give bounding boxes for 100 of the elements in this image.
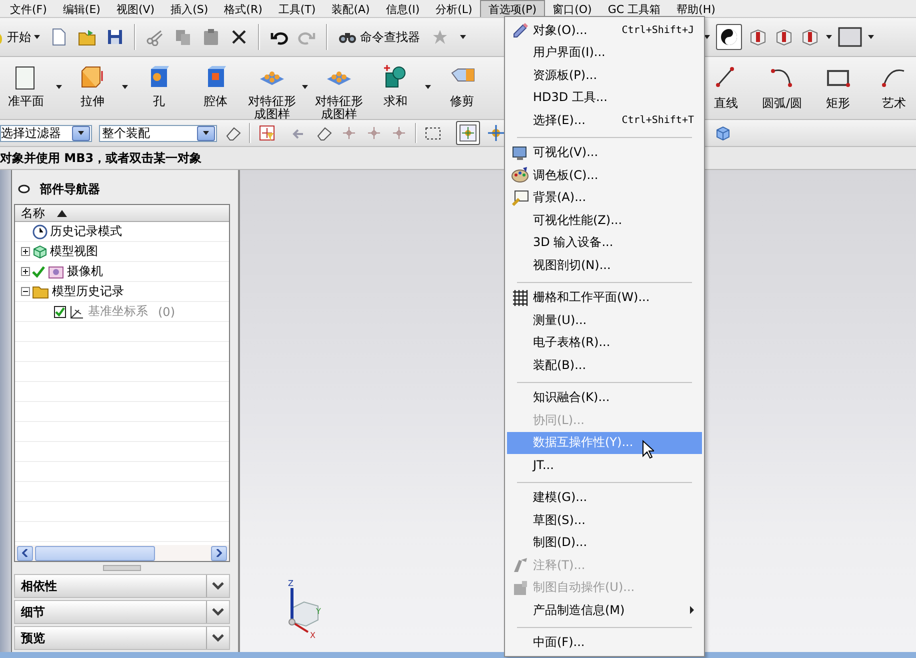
- menu-item[interactable]: 可视化性能(Z)...: [507, 209, 702, 232]
- menu-title[interactable]: GC 工具箱: [600, 0, 669, 17]
- cube-button[interactable]: [714, 124, 732, 142]
- menu-title[interactable]: 文件(F): [2, 0, 55, 17]
- crosshair-icon: [459, 124, 477, 142]
- view-cube-button[interactable]: [800, 27, 820, 47]
- collapsible-section[interactable]: 预览: [14, 626, 230, 650]
- menu-item[interactable]: 可视化(V)...: [507, 142, 702, 164]
- caret-icon: [302, 85, 308, 89]
- caret-icon: [78, 131, 84, 135]
- expand-icon[interactable]: [21, 267, 30, 276]
- menu-item[interactable]: 草图(S)...: [507, 509, 702, 532]
- menu-item[interactable]: 装配(B)...: [507, 354, 702, 376]
- menu-item[interactable]: 知识融合(K)...: [507, 386, 702, 409]
- shaded-sphere-icon: [719, 27, 739, 47]
- menu-title[interactable]: 编辑(E): [54, 0, 108, 17]
- open-button[interactable]: [78, 28, 96, 46]
- feature-button[interactable]: 准平面: [0, 63, 62, 108]
- menu-title[interactable]: 插入(S): [162, 0, 216, 17]
- splitter-handle[interactable]: [103, 565, 141, 571]
- tree-item-label[interactable]: 基准坐标系: [88, 303, 148, 320]
- tree-item-label[interactable]: 模型历史记录: [52, 283, 124, 300]
- menu-item[interactable]: 背景(A)...: [507, 186, 702, 209]
- menu-title[interactable]: 工具(T): [270, 0, 324, 17]
- menu-title[interactable]: 视图(V): [108, 0, 163, 17]
- column-header[interactable]: 名称: [15, 205, 229, 222]
- collapsible-section[interactable]: 细节: [14, 600, 230, 624]
- menu-item[interactable]: 调色板(C)...: [507, 164, 702, 186]
- menu-title[interactable]: 首选项(P): [480, 0, 545, 17]
- view-cube-button[interactable]: [748, 27, 768, 47]
- snap-button[interactable]: [390, 124, 408, 142]
- color-swatch-button[interactable]: [838, 27, 862, 47]
- menu-item[interactable]: 视图剖切(N)...: [507, 254, 702, 276]
- wireframe-cube-icon: [800, 27, 820, 47]
- menu-item[interactable]: 制图(D)...: [507, 532, 702, 554]
- feature-button[interactable]: 对特征形成图样: [312, 63, 365, 119]
- collapse-icon[interactable]: [21, 287, 30, 296]
- annotation-icon: [511, 556, 529, 574]
- menu-title[interactable]: 分析(L): [428, 0, 480, 17]
- caret-icon: [56, 85, 62, 89]
- collapsible-section[interactable]: 相依性: [14, 574, 230, 598]
- command-finder-button[interactable]: 命令查找器: [338, 28, 420, 46]
- snap-button[interactable]: [258, 124, 276, 142]
- selection-filter-dropdown[interactable]: 选择过滤器: [0, 124, 92, 142]
- feature-button[interactable]: 对特征形成图样: [246, 63, 308, 119]
- cut-button[interactable]: [146, 28, 164, 46]
- menu-item[interactable]: 用户界面(I)...: [507, 42, 702, 64]
- feature-button[interactable]: 孔: [133, 63, 185, 108]
- start-button[interactable]: 开始: [0, 28, 40, 46]
- menu-item[interactable]: 测量(U)...: [507, 309, 702, 332]
- sketch-button[interactable]: 矩形: [818, 63, 858, 112]
- sketch-button[interactable]: 圆弧/圆: [762, 63, 802, 112]
- caret-icon: [868, 35, 874, 39]
- tree-item-label[interactable]: 摄像机: [67, 263, 103, 280]
- menu-item[interactable]: 选择(E)... Ctrl+Shift+T: [507, 109, 702, 132]
- assembly-scope-dropdown[interactable]: 整个装配: [99, 124, 217, 142]
- menu-item[interactable]: 资源板(P)...: [507, 64, 702, 86]
- checkbox[interactable]: [54, 306, 66, 318]
- folder-icon: [78, 28, 96, 46]
- menu-item[interactable]: JT...: [507, 454, 702, 476]
- snap-button[interactable]: [365, 124, 383, 142]
- tree-item-label[interactable]: 模型视图: [50, 243, 98, 260]
- tree-item-label[interactable]: 历史记录模式: [50, 223, 122, 240]
- snap-button[interactable]: [340, 124, 358, 142]
- menu-item[interactable]: 栅格和工作平面(W)...: [507, 286, 702, 309]
- menu-title[interactable]: 装配(A): [324, 0, 378, 17]
- sketch-button[interactable]: 艺术: [874, 63, 914, 112]
- menu-item[interactable]: 建模(G)...: [507, 486, 702, 509]
- menu-item[interactable]: 电子表格(R)...: [507, 332, 702, 354]
- delete-button[interactable]: [230, 28, 248, 46]
- shading-button[interactable]: [716, 24, 742, 50]
- menu-item[interactable]: 中面(F)...: [507, 632, 702, 654]
- document-icon: [50, 28, 68, 46]
- paste-button[interactable]: [202, 28, 220, 46]
- sketch-button[interactable]: 直线: [706, 63, 746, 112]
- camera-icon: [47, 264, 65, 280]
- horizontal-scrollbar[interactable]: [15, 545, 229, 561]
- feature-button[interactable]: 修剪: [436, 63, 488, 108]
- cube-icon: [32, 244, 48, 260]
- expand-icon[interactable]: [21, 247, 30, 256]
- fit-view-button[interactable]: [456, 121, 480, 145]
- new-file-button[interactable]: [50, 28, 68, 46]
- wireframe-cube-icon: [748, 27, 768, 47]
- feature-button[interactable]: 求和: [370, 63, 432, 108]
- menu-item[interactable]: 对象(O)... Ctrl+Shift+J: [507, 19, 702, 42]
- caret-icon: [826, 35, 832, 39]
- crosshair-icon: [258, 124, 276, 142]
- caret-icon: [460, 35, 466, 39]
- view-cube-button[interactable]: [774, 27, 794, 47]
- clipboard-icon: [202, 28, 220, 46]
- feature-button[interactable]: 拉伸: [66, 63, 128, 108]
- feature-button[interactable]: 腔体: [190, 63, 242, 108]
- menu-title[interactable]: 格式(R): [216, 0, 270, 17]
- menu-item[interactable]: HD3D 工具...: [507, 86, 702, 109]
- menu-title[interactable]: 窗口(O): [544, 0, 600, 17]
- menu-item[interactable]: 产品制造信息(M): [507, 599, 702, 622]
- menu-title[interactable]: 帮助(H): [668, 0, 724, 17]
- menu-item[interactable]: 3D 输入设备...: [507, 232, 702, 254]
- save-button[interactable]: [106, 28, 124, 46]
- menu-title[interactable]: 信息(I): [378, 0, 428, 17]
